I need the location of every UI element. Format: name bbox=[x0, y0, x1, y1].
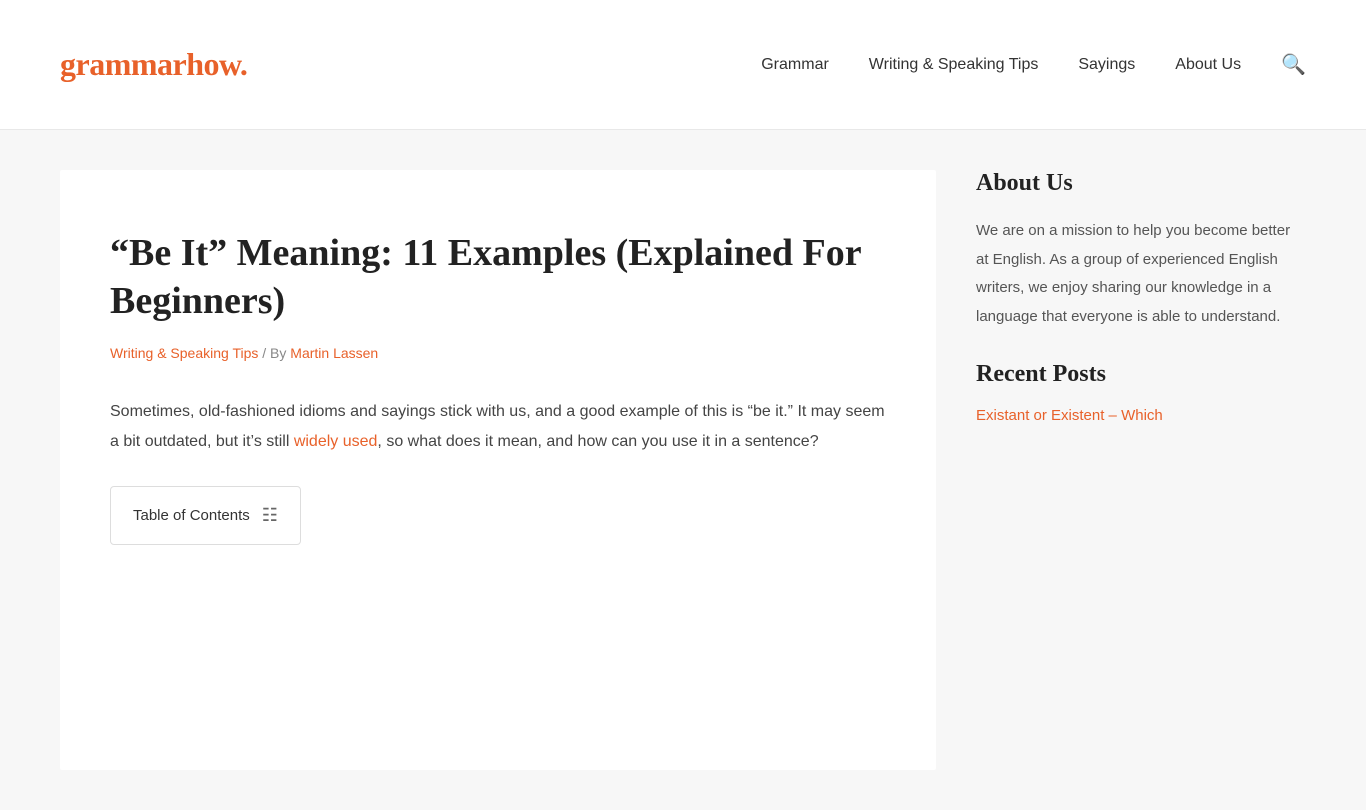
nav-item-writing[interactable]: Writing & Speaking Tips bbox=[869, 56, 1039, 73]
toc-icon: ☷ bbox=[262, 505, 278, 526]
page-body: “Be It” Meaning: 11 Examples (Explained … bbox=[0, 130, 1366, 810]
sidebar-about-section: About Us We are on a mission to help you… bbox=[976, 170, 1306, 331]
logo-text: grammarhow bbox=[60, 46, 240, 82]
main-nav: Grammar Writing & Speaking Tips Sayings … bbox=[761, 52, 1306, 77]
sidebar: About Us We are on a mission to help you… bbox=[976, 170, 1306, 770]
sidebar-recent-posts-heading: Recent Posts bbox=[976, 361, 1306, 388]
site-header: grammarhow. Grammar Writing & Speaking T… bbox=[0, 0, 1366, 130]
sidebar-recent-posts-section: Recent Posts Existant or Existent – Whic… bbox=[976, 361, 1306, 428]
meta-separator: / By bbox=[262, 345, 290, 361]
main-content: “Be It” Meaning: 11 Examples (Explained … bbox=[60, 170, 936, 770]
article-intro: Sometimes, old-fashioned idioms and sayi… bbox=[110, 397, 886, 456]
article-title: “Be It” Meaning: 11 Examples (Explained … bbox=[110, 230, 886, 325]
search-button[interactable]: 🔍 bbox=[1281, 52, 1306, 77]
nav-item-sayings[interactable]: Sayings bbox=[1078, 56, 1135, 73]
site-logo[interactable]: grammarhow. bbox=[60, 46, 247, 83]
sidebar-about-text: We are on a mission to help you become b… bbox=[976, 217, 1306, 331]
toc-label: Table of Contents bbox=[133, 507, 250, 524]
nav-item-about[interactable]: About Us bbox=[1175, 56, 1241, 73]
nav-item-grammar[interactable]: Grammar bbox=[761, 56, 829, 73]
logo-dot: . bbox=[240, 46, 248, 82]
intro-link-widely-used[interactable]: widely used bbox=[294, 433, 378, 450]
article-author-link[interactable]: Martin Lassen bbox=[290, 345, 378, 361]
intro-text-part2: , so what does it mean, and how can you … bbox=[377, 433, 818, 450]
table-of-contents-box[interactable]: Table of Contents ☷ bbox=[110, 486, 301, 545]
sidebar-about-heading: About Us bbox=[976, 170, 1306, 197]
search-icon: 🔍 bbox=[1281, 54, 1306, 76]
article-meta: Writing & Speaking Tips / By Martin Lass… bbox=[110, 345, 886, 361]
article-category-link[interactable]: Writing & Speaking Tips bbox=[110, 345, 258, 361]
sidebar-recent-post-link[interactable]: Existant or Existent – Which bbox=[976, 407, 1163, 424]
